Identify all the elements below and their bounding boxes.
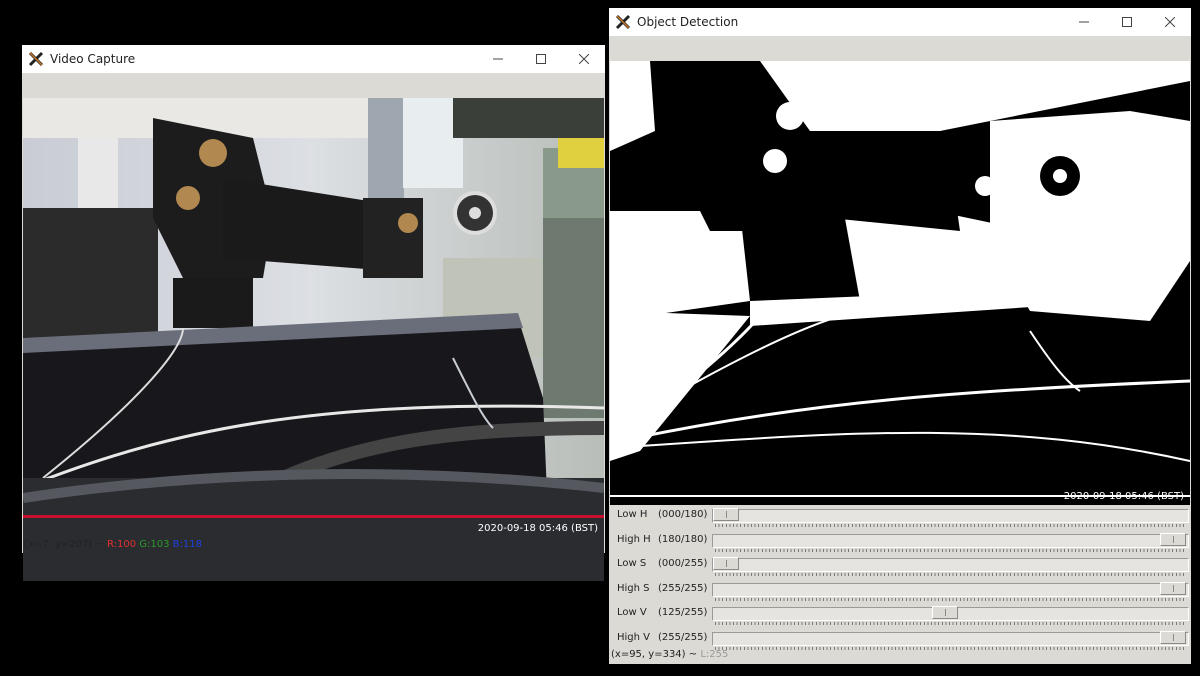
toolbar: [22, 73, 605, 98]
x-app-icon: [615, 14, 631, 30]
cursor-coords: (x=95, y=334) ~: [611, 649, 698, 660]
maximize-button[interactable]: [1105, 8, 1148, 36]
slider-track[interactable]: [712, 557, 1189, 573]
trackbar-value: (255/255): [658, 582, 708, 594]
toolbar: [609, 36, 1191, 61]
trackbar-value: (180/180): [658, 533, 708, 545]
minimize-icon: [492, 58, 503, 60]
maximize-icon: [1121, 17, 1132, 27]
slider-thumb[interactable]: [713, 557, 739, 571]
close-icon: [578, 54, 589, 64]
trackbar-value: (125/255): [658, 607, 708, 619]
trackbar-high-h: High H (180/180): [609, 530, 1191, 555]
slider-thumb[interactable]: [932, 606, 959, 620]
status-bar: (x=7, y=207) ~ R:100 G:103 B:118: [22, 538, 605, 552]
slider-ticks: [715, 622, 1185, 626]
trackbar-high-s: High S (255/255): [609, 579, 1191, 604]
slider-track[interactable]: [712, 508, 1189, 523]
trackbar-panel: Low H (000/180) High H (180/180) Low S (000/2…: [609, 505, 1191, 653]
camera-image: [23, 98, 604, 581]
slider-ticks: [715, 548, 1185, 552]
slider-ticks: [715, 597, 1185, 601]
trackbar-label: Low H: [617, 509, 648, 520]
trackbar-value: (000/255): [658, 558, 708, 570]
minimize-button[interactable]: [1062, 8, 1105, 36]
trackbar-label: High V: [617, 631, 651, 643]
video-timestamp: 2020-09-18 05:46 (BST): [477, 523, 598, 534]
slider-track[interactable]: [712, 581, 1189, 597]
camera-frame[interactable]: 2020-09-18 05:46 (BST): [23, 98, 604, 581]
blue-value: B:118: [172, 539, 202, 550]
close-button[interactable]: [1148, 8, 1191, 36]
trackbar-value: (000/180): [658, 509, 708, 520]
maximize-icon: [535, 54, 546, 64]
detection-timestamp: 2020-09-18 05:46 (BST): [1063, 491, 1184, 502]
red-value: R:100: [106, 539, 137, 550]
title-bar[interactable]: Video Capture: [22, 45, 605, 73]
status-bar: (x=95, y=334) ~ L:255: [609, 648, 1191, 662]
slider-ticks: [715, 524, 1185, 527]
binary-mask-frame[interactable]: 2020-09-18 05:46 (BST): [610, 61, 1190, 505]
close-button[interactable]: [562, 45, 605, 73]
trackbar-label: Low V: [617, 607, 647, 619]
trackbar-low-s: Low S (000/255): [609, 554, 1191, 579]
window-title: Object Detection: [637, 15, 739, 29]
video-capture-window: Video Capture 2020-09-18 05:46 (BST) (x=…: [22, 45, 605, 581]
slider-ticks: [715, 573, 1185, 577]
x-app-icon: [28, 51, 44, 67]
object-detection-window: Object Detection 2020-09-18 05:46 (BST) …: [609, 8, 1191, 664]
minimize-button[interactable]: [476, 45, 519, 73]
slider-track[interactable]: [712, 606, 1189, 622]
slider-thumb[interactable]: [1160, 532, 1186, 546]
title-bar[interactable]: Object Detection: [609, 8, 1191, 36]
trackbar-label: Low S: [617, 558, 647, 570]
slider-track[interactable]: [712, 532, 1189, 548]
cursor-coords: (x=7, y=207) ~: [24, 539, 104, 550]
green-value: G:103: [139, 539, 170, 550]
trackbar-label: High H: [617, 533, 651, 545]
window-title: Video Capture: [50, 52, 136, 66]
luminance-value: L:255: [700, 649, 729, 660]
trackbar-value: (255/255): [658, 631, 708, 643]
trackbar-label: High S: [617, 582, 650, 594]
slider-thumb[interactable]: [1160, 630, 1186, 644]
slider-thumb[interactable]: [713, 508, 739, 521]
slider-thumb[interactable]: [1160, 581, 1186, 595]
maximize-button[interactable]: [519, 45, 562, 73]
binary-mask-image: [610, 61, 1190, 505]
minimize-icon: [1078, 21, 1089, 23]
slider-track[interactable]: [712, 630, 1189, 646]
trackbar-low-v: Low V (125/255): [609, 603, 1191, 628]
close-icon: [1164, 17, 1175, 27]
trackbar-low-h: Low H (000/180): [609, 505, 1191, 530]
